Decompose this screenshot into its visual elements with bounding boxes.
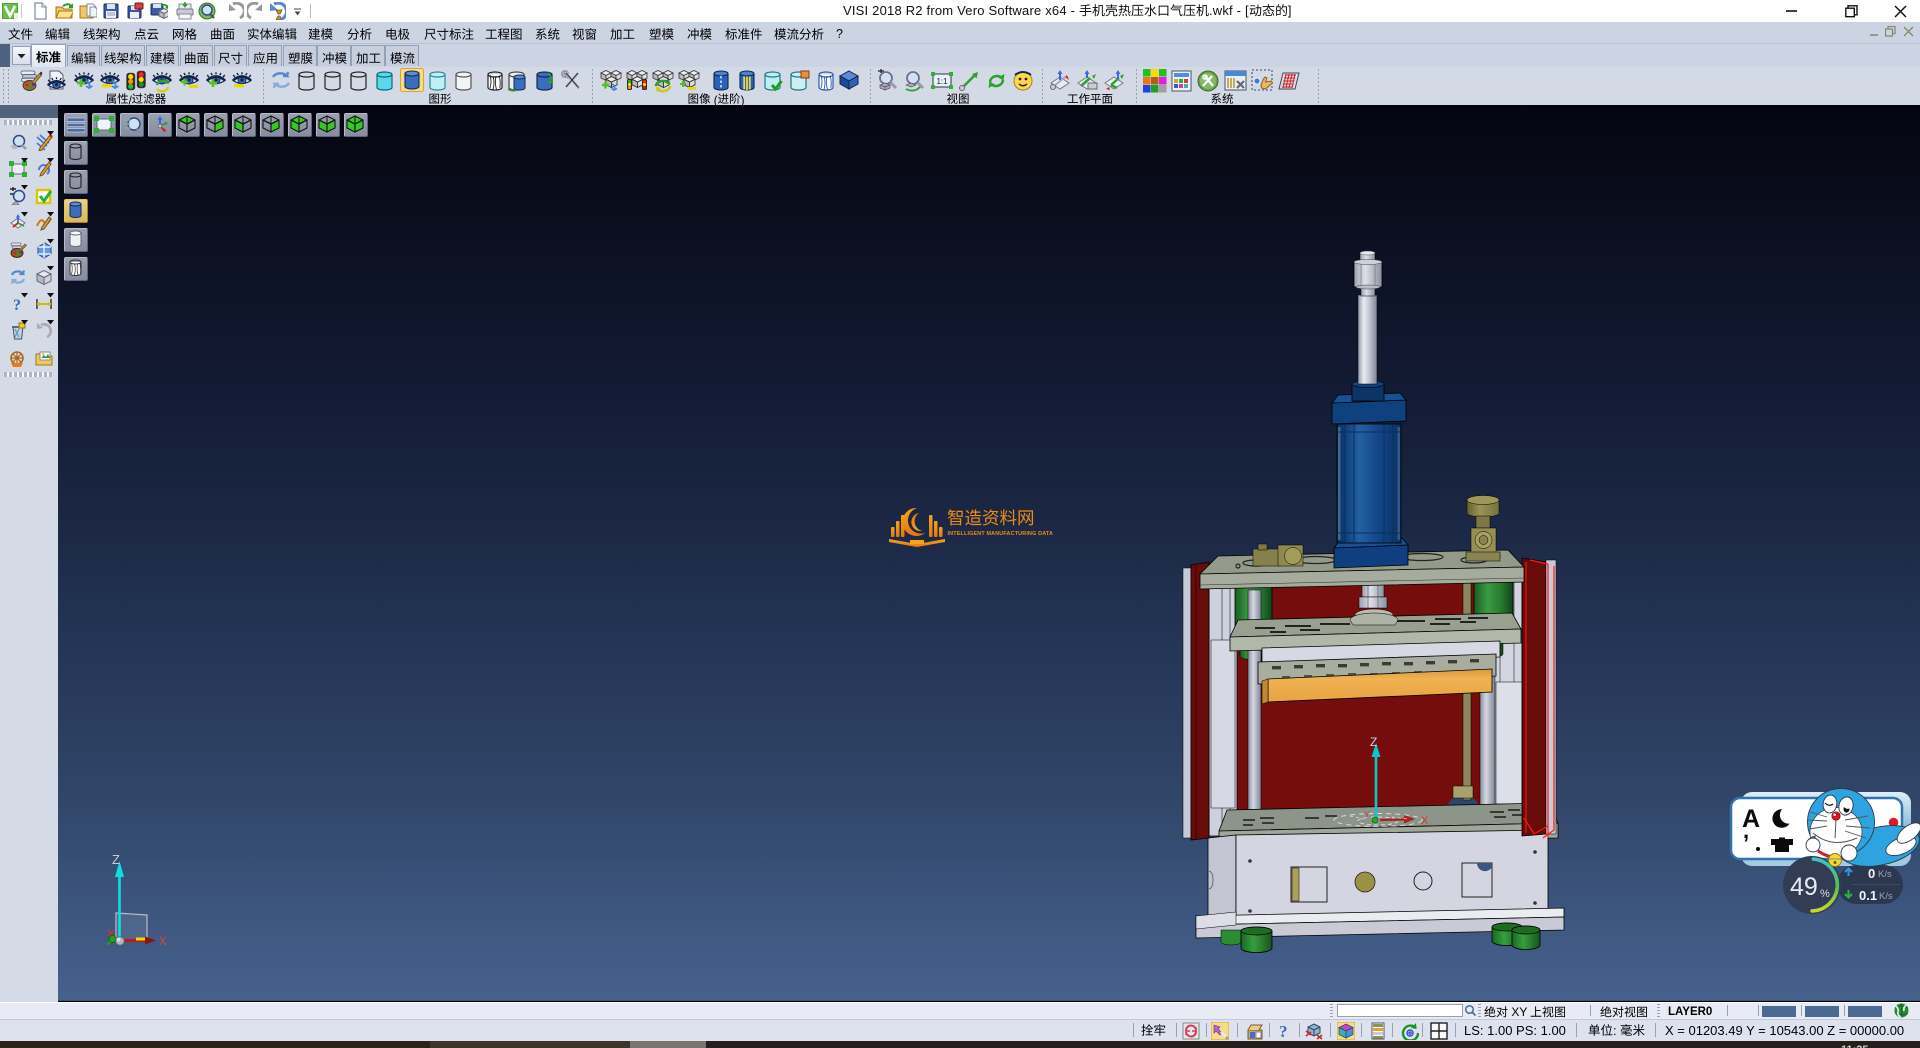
svg-text:0.1: 0.1 [1859, 888, 1877, 903]
svg-text:X: X [1421, 815, 1429, 827]
svg-text:49: 49 [1790, 873, 1818, 901]
svg-text:X: X [159, 936, 167, 948]
svg-text:Z: Z [112, 852, 120, 867]
svg-text:?: ? [13, 297, 21, 313]
svg-text:K/s: K/s [1878, 869, 1892, 880]
svg-text:,: , [1743, 818, 1749, 843]
svg-text:Y: Y [1364, 810, 1370, 820]
svg-text:1:1: 1:1 [936, 77, 948, 86]
svg-text:?: ? [1279, 1022, 1288, 1040]
svg-text:0: 0 [1868, 866, 1875, 881]
svg-text:K/s: K/s [1879, 891, 1893, 902]
svg-text:%: % [1820, 888, 1830, 900]
svg-text:Z: Z [1370, 735, 1377, 749]
